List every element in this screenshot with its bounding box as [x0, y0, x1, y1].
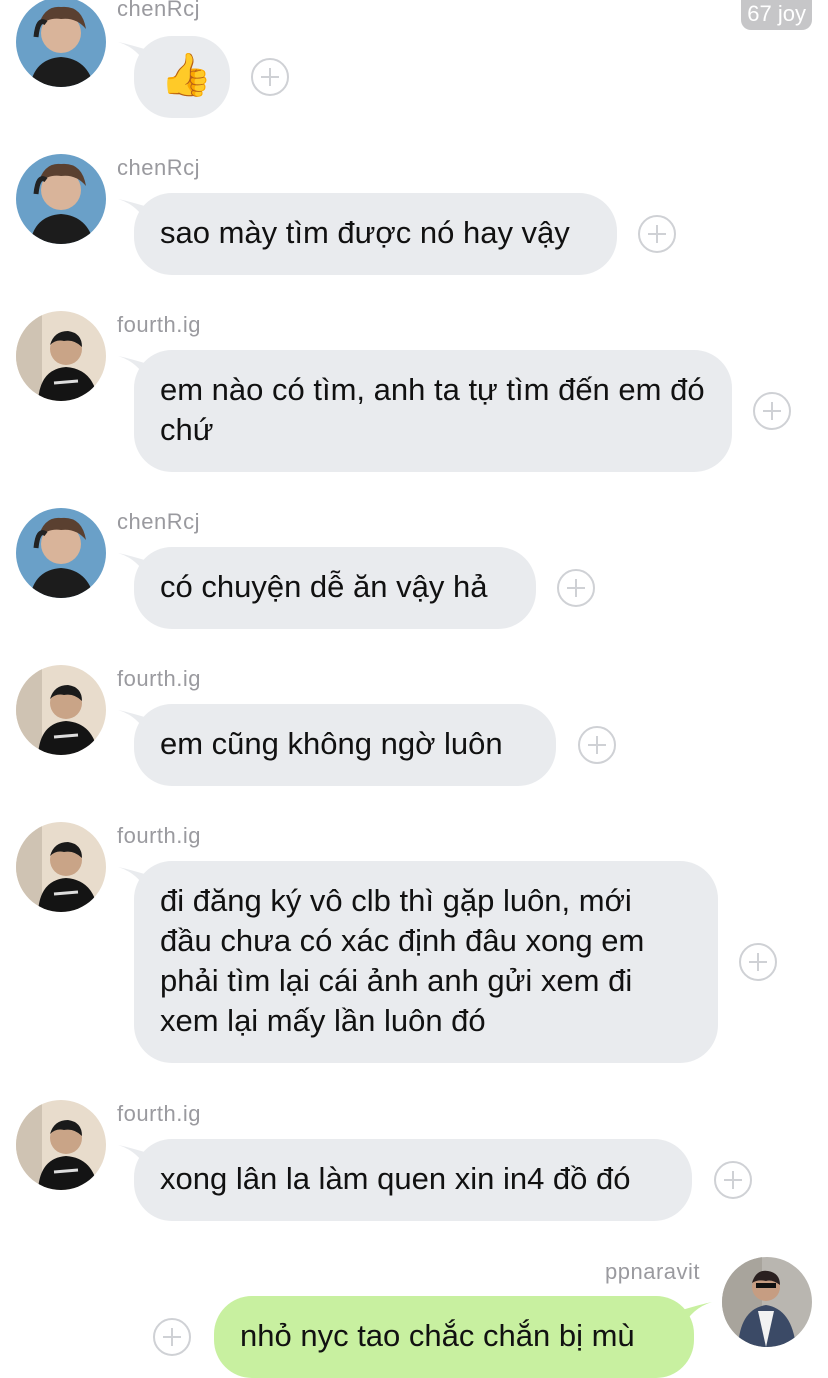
avatar[interactable]	[16, 154, 106, 244]
sender-name: chenRcj	[117, 509, 200, 534]
message-bubble[interactable]: em nào có tìm, anh ta tự tìm đến em đó c…	[134, 350, 732, 472]
reaction-count-badge: 67 joy	[741, 0, 812, 30]
avatar[interactable]	[16, 822, 106, 912]
thumbs-up-emoji: 👍	[160, 51, 213, 98]
avatar[interactable]	[16, 508, 106, 598]
add-reaction-icon[interactable]	[251, 58, 289, 96]
message-bubble[interactable]: nhỏ nyc tao chắc chắn bị mù	[214, 1296, 694, 1378]
sender-name: chenRcj	[117, 155, 200, 180]
sender-name: fourth.ig	[117, 312, 201, 337]
add-reaction-icon[interactable]	[557, 569, 595, 607]
message-bubble[interactable]: xong lân la làm quen xin in4 đồ đó	[134, 1139, 692, 1221]
add-reaction-icon[interactable]	[739, 943, 777, 981]
add-reaction-icon[interactable]	[578, 726, 616, 764]
add-reaction-icon[interactable]	[638, 215, 676, 253]
message-bubble[interactable]: sao mày tìm được nó hay vậy	[134, 193, 617, 275]
message-bubble[interactable]: em cũng không ngờ luôn	[134, 704, 556, 786]
sender-name: chenRcj	[117, 0, 200, 21]
avatar[interactable]	[722, 1257, 812, 1347]
sender-name: fourth.ig	[117, 1101, 201, 1126]
add-reaction-icon[interactable]	[753, 392, 791, 430]
sender-name: fourth.ig	[117, 666, 201, 691]
add-reaction-icon[interactable]	[714, 1161, 752, 1199]
avatar[interactable]	[16, 1100, 106, 1190]
message-bubble[interactable]: đi đăng ký vô clb thì gặp luôn, mới đầu …	[134, 861, 718, 1063]
message-bubble[interactable]: 👍	[134, 36, 230, 118]
avatar[interactable]	[16, 665, 106, 755]
sender-name: fourth.ig	[117, 823, 201, 848]
avatar[interactable]	[16, 311, 106, 401]
message-bubble[interactable]: có chuyện dễ ăn vậy hả	[134, 547, 536, 629]
avatar[interactable]	[16, 0, 106, 87]
add-reaction-icon[interactable]	[153, 1318, 191, 1356]
sender-name: ppnaravit	[605, 1259, 701, 1284]
